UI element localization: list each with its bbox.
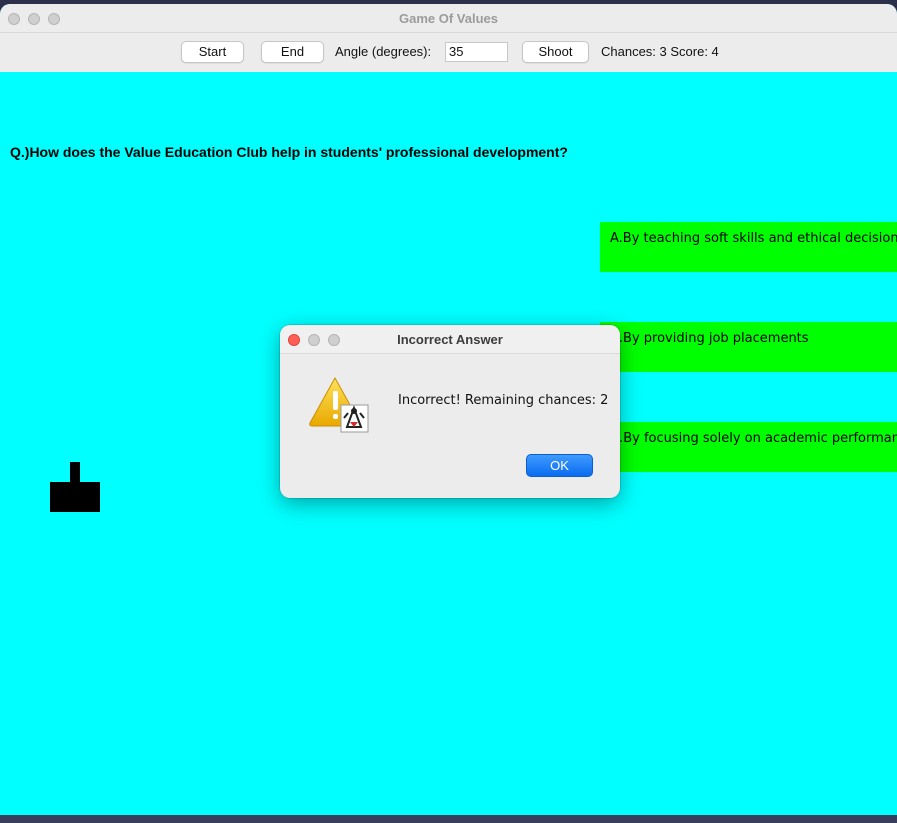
answer-option-b-label: B.By providing job placements — [610, 331, 809, 346]
status-text: Chances: 3 Score: 4 — [601, 44, 719, 59]
start-button[interactable]: Start — [181, 41, 244, 63]
warning-icon — [309, 376, 369, 433]
answer-option-a-label: A.By teaching soft skills and ethical de… — [610, 231, 897, 246]
toolbar: Start End Angle (degrees): 35 Shoot Chan… — [0, 33, 897, 72]
answer-option-c-label: C.By focusing solely on academic perform… — [610, 431, 897, 446]
window-title: Game Of Values — [399, 11, 498, 26]
dialog-title: Incorrect Answer — [397, 332, 503, 347]
answer-option-b[interactable]: B.By providing job placements — [600, 322, 897, 372]
desktop-background — [0, 815, 897, 823]
cannon-base — [50, 482, 100, 512]
end-button[interactable]: End — [261, 41, 324, 63]
answer-option-a[interactable]: A.By teaching soft skills and ethical de… — [600, 222, 897, 272]
angle-label: Angle (degrees): — [335, 44, 432, 59]
dialog-titlebar: Incorrect Answer — [280, 325, 620, 354]
dialog-message: Incorrect! Remaining chances: 2 — [398, 393, 609, 408]
question-text: Q.)How does the Value Education Club hel… — [10, 144, 568, 160]
answer-option-c[interactable]: C.By focusing solely on academic perform… — [600, 422, 897, 472]
shoot-button[interactable]: Shoot — [522, 41, 589, 63]
cannon-barrel — [70, 462, 80, 484]
angle-input[interactable]: 35 — [445, 42, 508, 62]
ok-button[interactable]: OK — [526, 454, 593, 477]
window-titlebar: Game Of Values — [0, 4, 897, 33]
incorrect-answer-dialog: Incorrect Answer Incorrect! Remaining ch… — [280, 325, 620, 498]
